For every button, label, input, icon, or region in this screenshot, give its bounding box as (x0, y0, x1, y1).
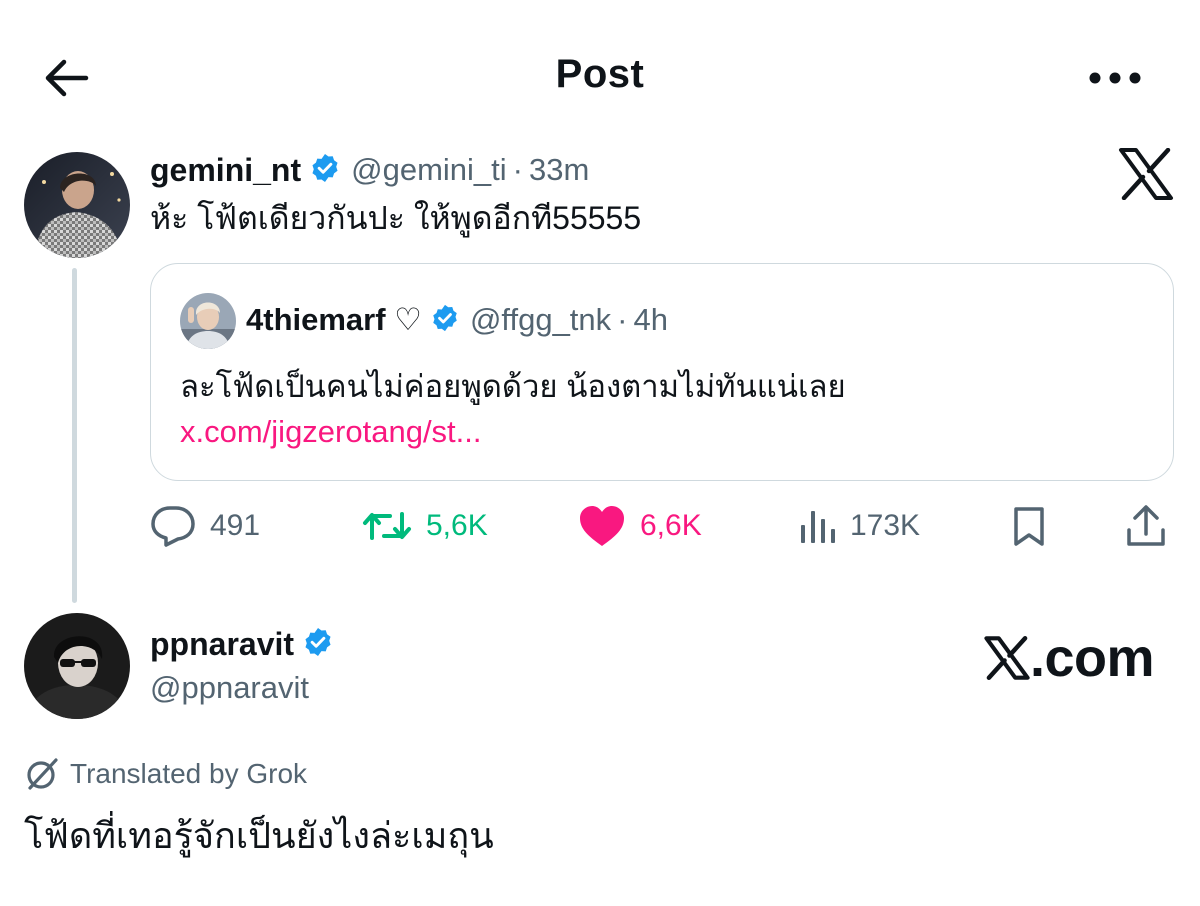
reply-icon (151, 506, 195, 547)
quoted-header: 4thiemarf ♡ @ffgg_tnk · 4h (246, 298, 668, 342)
quoted-text-body: ละโฟ้ดเป็นคนไม่ค่อยพูดด้วย น้องตามไม่ทัน… (180, 369, 846, 404)
quoted-post-time[interactable]: 4h (634, 302, 668, 338)
views-count: 173K (850, 509, 921, 542)
share-icon (1127, 505, 1165, 546)
translated-by-grok[interactable]: Translated by Grok (24, 752, 307, 796)
more-options-button[interactable] (1080, 56, 1150, 100)
author-handle[interactable]: @gemini_ti (351, 152, 507, 188)
separator-dot: · (617, 302, 628, 337)
repost-button[interactable]: 5,6K (362, 498, 488, 554)
x-logo-icon (1118, 147, 1174, 201)
avatar[interactable] (24, 613, 130, 719)
reply-count: 491 (210, 509, 261, 542)
bookmark-button[interactable] (1010, 498, 1048, 554)
separator-dot: · (512, 152, 523, 187)
x-logo-icon (984, 636, 1030, 680)
like-count: 6,6K (640, 509, 702, 542)
avatar[interactable] (24, 152, 130, 258)
verified-badge-icon (309, 152, 341, 189)
verified-badge-icon (302, 626, 334, 663)
repost-count: 5,6K (426, 509, 488, 542)
more-icon (1089, 72, 1141, 84)
quoted-avatar[interactable] (180, 293, 236, 349)
repost-icon (363, 512, 411, 540)
post-text: ห้ะ โฟ้ตเดียวกันปะ ให้พูดอีกที55555 (150, 200, 642, 236)
views-icon (801, 511, 835, 543)
reply-author-handle[interactable]: @ppnaravit (150, 666, 309, 710)
translated-label: Translated by Grok (70, 758, 308, 789)
share-button[interactable] (1124, 498, 1168, 554)
quoted-author-handle[interactable]: @ffgg_tnk (470, 302, 611, 338)
bookmark-icon (1014, 507, 1044, 546)
reply-author-name[interactable]: ppnaravit (150, 626, 294, 663)
page-title: Post (555, 52, 645, 96)
thread-line (72, 268, 77, 603)
quoted-link[interactable]: x.com/jigzerotang/st... (180, 414, 482, 449)
quoted-author-name[interactable]: 4thiemarf ♡ (246, 302, 422, 338)
author-name[interactable]: gemini_nt (150, 152, 301, 189)
quoted-post-text: ละโฟ้ดเป็นคนไม่ค่อยพูดด้วย น้องตามไม่ทัน… (180, 364, 1150, 454)
reply-button[interactable]: 491 (150, 498, 260, 554)
x-com-text: .com (1030, 628, 1155, 688)
like-button[interactable]: 6,6K (578, 498, 702, 554)
heart-icon (580, 506, 624, 546)
tweet-header: gemini_nt @gemini_ti · 33m (150, 148, 589, 192)
x-com-watermark: .com (984, 628, 1155, 688)
grok-icon (27, 758, 58, 790)
views-button[interactable]: 173K (798, 498, 920, 554)
post-time[interactable]: 33m (529, 152, 589, 188)
reply-text: โฟ้ดที่เทอรู้จักเป็นยังไงล่ะเมถุน (24, 815, 494, 856)
reply-header: ppnaravit (150, 622, 344, 666)
verified-badge-icon (430, 303, 460, 338)
